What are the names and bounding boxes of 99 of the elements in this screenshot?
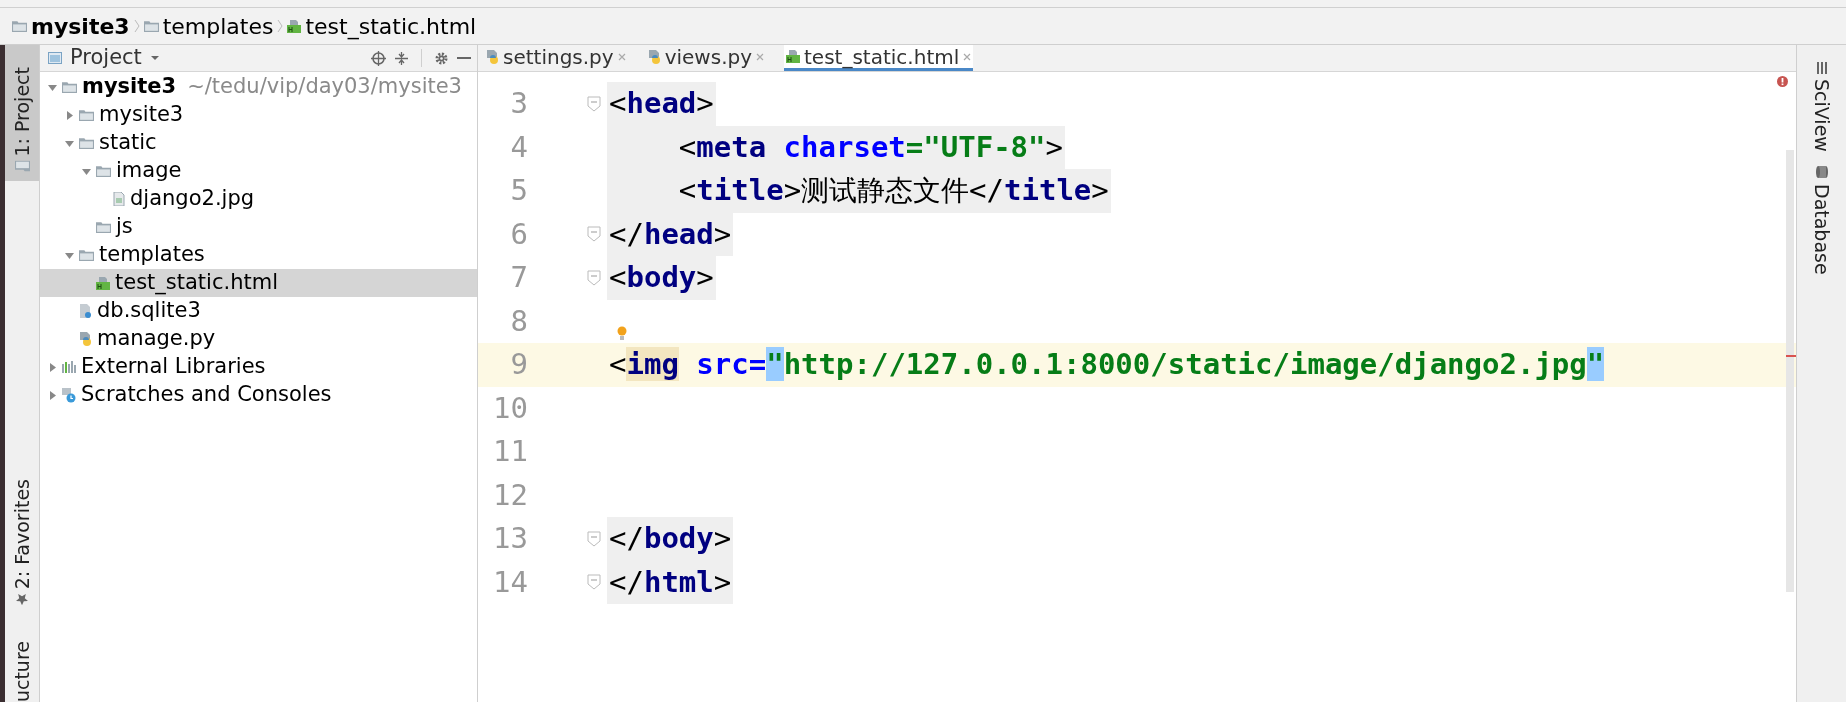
- item-path: ~/tedu/vip/day03/mysite3: [187, 73, 462, 101]
- item-label: mysite3: [82, 73, 177, 101]
- breadcrumb-item[interactable]: templates: [162, 9, 274, 43]
- tree-item[interactable]: js: [40, 213, 477, 241]
- dropdown-caret-icon[interactable]: [149, 55, 160, 61]
- python-file-icon: [79, 332, 92, 346]
- expanded-arrow-icon[interactable]: [82, 166, 91, 176]
- item-label: test_static.html: [115, 269, 278, 297]
- collapsed-arrow-icon[interactable]: [48, 390, 57, 400]
- breadcrumb-item[interactable]: mysite3: [31, 9, 130, 43]
- scrollbar[interactable]: [1786, 150, 1794, 592]
- item-label: db.sqlite3: [97, 297, 201, 325]
- expanded-arrow-icon[interactable]: [65, 138, 74, 148]
- close-icon[interactable]: [756, 52, 765, 61]
- html-file-icon: [96, 276, 110, 290]
- chevron-icon: [133, 19, 140, 33]
- tree-item[interactable]: templates: [40, 241, 477, 269]
- tree-item[interactable]: test_static.html: [40, 269, 477, 297]
- line-number: 12: [492, 476, 528, 514]
- fold-marker-icon[interactable]: [587, 95, 601, 112]
- tree-item[interactable]: External Libraries: [40, 353, 477, 381]
- item-label: django2.jpg: [130, 185, 255, 213]
- line-number: 10: [492, 389, 528, 427]
- scratch-console-icon: [62, 387, 76, 403]
- item-label: External Libraries: [81, 353, 266, 381]
- collapsed-arrow-icon[interactable]: [48, 362, 57, 372]
- line-number: 5: [509, 172, 528, 209]
- item-label: Scratches and Consoles: [81, 381, 332, 409]
- item-label: mysite3: [99, 101, 184, 129]
- line-number: 3: [509, 85, 528, 122]
- line-number: 13: [492, 520, 528, 557]
- chevron-icon: [277, 19, 284, 33]
- lightbulb-icon[interactable]: [617, 325, 627, 340]
- folder-icon: [96, 221, 111, 233]
- collapsed-arrow-icon[interactable]: [65, 110, 74, 120]
- close-icon[interactable]: [963, 52, 972, 61]
- tree-item[interactable]: mysite3 ~/tedu/vip/day03/mysite3: [40, 73, 477, 101]
- library-icon: [62, 361, 76, 373]
- expanded-arrow-icon[interactable]: [48, 82, 57, 92]
- error-stripe-mark: [1786, 355, 1796, 357]
- project-icon: [48, 52, 62, 64]
- editor-tab[interactable]: test_static.html: [784, 45, 974, 71]
- folder-icon: [143, 20, 159, 32]
- minimize-icon[interactable]: [457, 56, 471, 60]
- item-label: manage.py: [97, 325, 216, 353]
- folder-icon: [12, 20, 27, 32]
- breadcrumb-item[interactable]: test_static.html: [305, 9, 477, 43]
- unknown-file-icon: [79, 304, 92, 318]
- expanded-arrow-icon[interactable]: [65, 250, 74, 260]
- html-file-icon: [287, 19, 302, 33]
- editor-tab[interactable]: settings.py: [484, 45, 628, 71]
- line-number: 7: [509, 259, 528, 296]
- list-icon: [1816, 62, 1827, 74]
- close-icon[interactable]: [617, 52, 626, 61]
- tool-window-tab[interactable]: Database: [1812, 165, 1831, 275]
- item-label: js: [116, 213, 133, 241]
- line-number: 14: [492, 563, 528, 601]
- error-indicator-icon: [1777, 76, 1788, 87]
- tree-item[interactable]: mysite3: [40, 101, 477, 129]
- panel-title[interactable]: Project: [70, 42, 142, 74]
- tool-window-tab[interactable]: 1: Project: [5, 45, 39, 181]
- tree-item[interactable]: manage.py: [40, 325, 477, 353]
- collapse-all-icon[interactable]: [394, 50, 409, 66]
- database-icon: [1815, 165, 1828, 178]
- tree-item[interactable]: static: [40, 129, 477, 157]
- folder-icon: [14, 161, 30, 173]
- line-number: 11: [492, 433, 528, 470]
- html-file-icon: [786, 50, 801, 63]
- editor-tab[interactable]: views.py: [645, 45, 767, 71]
- code-line: <img src="http://127.0.0.1:8000/static/image/django2.jpg": [608, 346, 1606, 383]
- tool-window-tab[interactable]: ucture: [5, 633, 39, 702]
- line-number: 4: [509, 128, 528, 166]
- folder-icon: [79, 249, 94, 261]
- item-label: templates: [99, 241, 205, 269]
- fold-marker-icon[interactable]: [587, 574, 601, 591]
- tree-item[interactable]: image: [40, 157, 477, 185]
- tool-window-tab[interactable]: SciView: [1812, 63, 1831, 152]
- star-icon: [16, 593, 28, 606]
- line-number: 6: [509, 215, 528, 253]
- folder-icon: [62, 81, 77, 93]
- fold-marker-icon[interactable]: [587, 530, 601, 547]
- folder-icon: [79, 109, 94, 121]
- line-number: 9: [509, 346, 528, 383]
- fold-marker-icon[interactable]: [587, 269, 601, 286]
- fold-marker-icon[interactable]: [587, 226, 601, 243]
- folder-icon: [79, 137, 94, 149]
- item-label: static: [99, 129, 157, 157]
- tree-item[interactable]: django2.jpg: [40, 185, 477, 213]
- python-file-icon: [647, 49, 661, 64]
- settings-icon[interactable]: [434, 50, 449, 66]
- tool-window-tab[interactable]: 2: Favorites: [5, 471, 39, 614]
- python-file-icon: [486, 49, 499, 64]
- item-label: image: [116, 157, 182, 185]
- line-number: 8: [509, 302, 528, 340]
- crosshair-icon[interactable]: [371, 50, 386, 66]
- tree-item[interactable]: Scratches and Consoles: [40, 381, 477, 409]
- image-file-icon: [113, 192, 125, 206]
- folder-icon: [96, 165, 111, 177]
- tree-item[interactable]: db.sqlite3: [40, 297, 477, 325]
